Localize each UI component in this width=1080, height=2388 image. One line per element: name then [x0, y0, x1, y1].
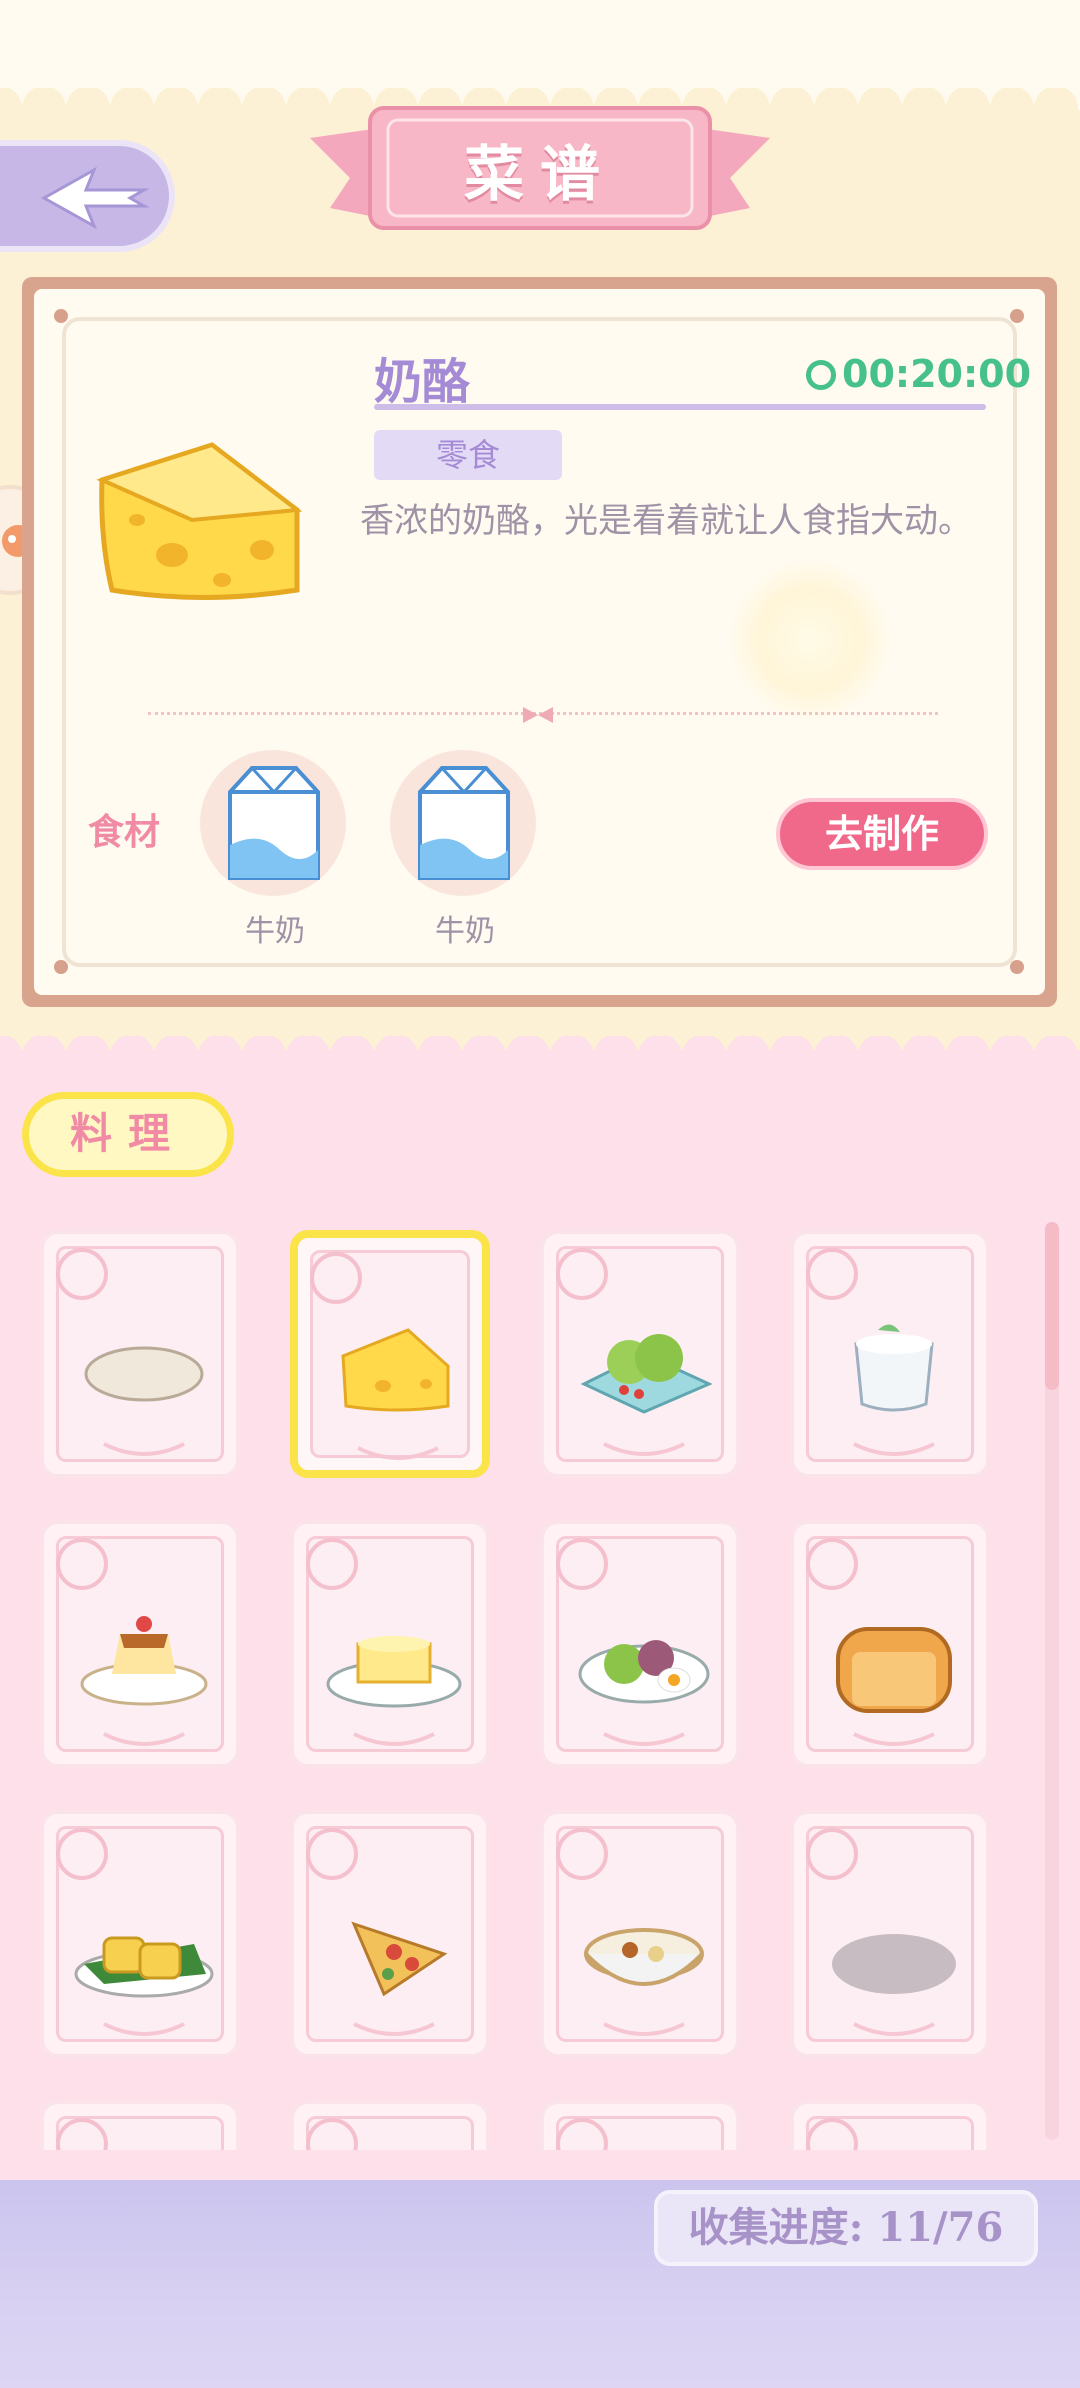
cook-timer: 00:20:00: [806, 352, 1031, 396]
ingredient-item[interactable]: 牛奶: [200, 750, 350, 950]
flatbread-icon: [84, 1346, 204, 1456]
bread-loaf-icon: [836, 1627, 952, 1746]
pizza-slice-icon: [351, 1921, 448, 2036]
egg-salad-icon: [578, 1640, 710, 1746]
scrollbar-thumb[interactable]: [1045, 1222, 1059, 1390]
dish-card[interactable]: [790, 1810, 990, 2058]
bow-icon: [523, 707, 553, 723]
ingredient-item[interactable]: 牛奶: [390, 750, 540, 950]
sparkle-glow: [730, 560, 890, 720]
tamagoyaki-icon: [74, 1936, 214, 2036]
dish-icon: [44, 2104, 244, 2150]
salad-icon: [580, 1334, 713, 1456]
dish-card[interactable]: [40, 1230, 240, 1478]
ingredients-label: 食材: [88, 812, 161, 853]
dish-icon: [544, 2104, 744, 2150]
dish-card[interactable]: [290, 1230, 490, 1478]
dish-card[interactable]: [540, 1520, 740, 1768]
corner-dot: [1010, 309, 1024, 323]
corner-dot: [54, 960, 68, 974]
page-title: 菜谱: [464, 140, 616, 210]
ingredient-name: 牛奶: [245, 914, 305, 949]
dish-card[interactable]: [540, 1230, 740, 1478]
collection-progress: 收集进度: 11/76: [654, 2190, 1038, 2266]
clock-icon: [806, 360, 836, 390]
cheese-plate-icon: [326, 1636, 462, 1746]
milk-carton-icon: [418, 766, 510, 880]
milk-carton-icon: [228, 766, 320, 880]
back-arrow-icon: [40, 166, 150, 230]
back-button[interactable]: [0, 140, 175, 252]
timer-value: 00:20:00: [842, 352, 1032, 396]
scallop-border-bottom: [0, 1036, 1078, 1076]
pudding-icon: [80, 1616, 208, 1746]
dish-card[interactable]: [790, 1520, 990, 1768]
dish-card[interactable]: [540, 1810, 740, 2058]
ingredient-slot: [390, 750, 536, 896]
category-tag: 零食: [374, 430, 562, 480]
dish-card[interactable]: [790, 1230, 990, 1478]
dish-card[interactable]: [290, 1810, 490, 2058]
dish-card[interactable]: [40, 1810, 240, 2058]
dish-description: 香浓的奶酪，光是看着就让人食指大动。: [360, 501, 972, 541]
corner-dot: [1010, 960, 1024, 974]
locked-dish-icon: [832, 1934, 956, 2036]
dish-card[interactable]: [40, 2100, 240, 2150]
dish-icon: [794, 2104, 994, 2150]
soup-bowl-icon: [584, 1928, 704, 2036]
category-filter-button[interactable]: 料理: [22, 1092, 234, 1177]
cheese-icon: [96, 442, 303, 600]
make-button[interactable]: 去制作: [776, 798, 988, 870]
dish-card[interactable]: [40, 1520, 240, 1768]
yogurt-icon: [853, 1324, 935, 1456]
dish-name: 奶酪: [374, 354, 471, 410]
dish-card[interactable]: [790, 2100, 990, 2150]
ingredient-name: 牛奶: [435, 914, 495, 949]
dish-card[interactable]: [290, 1520, 490, 1768]
title-banner: 菜谱: [310, 98, 770, 248]
dish-grid: [0, 1230, 1080, 2150]
corner-dot: [54, 309, 68, 323]
dish-card[interactable]: [540, 2100, 740, 2150]
ingredient-slot: [200, 750, 346, 896]
cheese-icon: [341, 1328, 450, 1460]
dish-card[interactable]: [290, 2100, 490, 2150]
name-underline: [374, 404, 986, 410]
dish-icon: [294, 2104, 494, 2150]
